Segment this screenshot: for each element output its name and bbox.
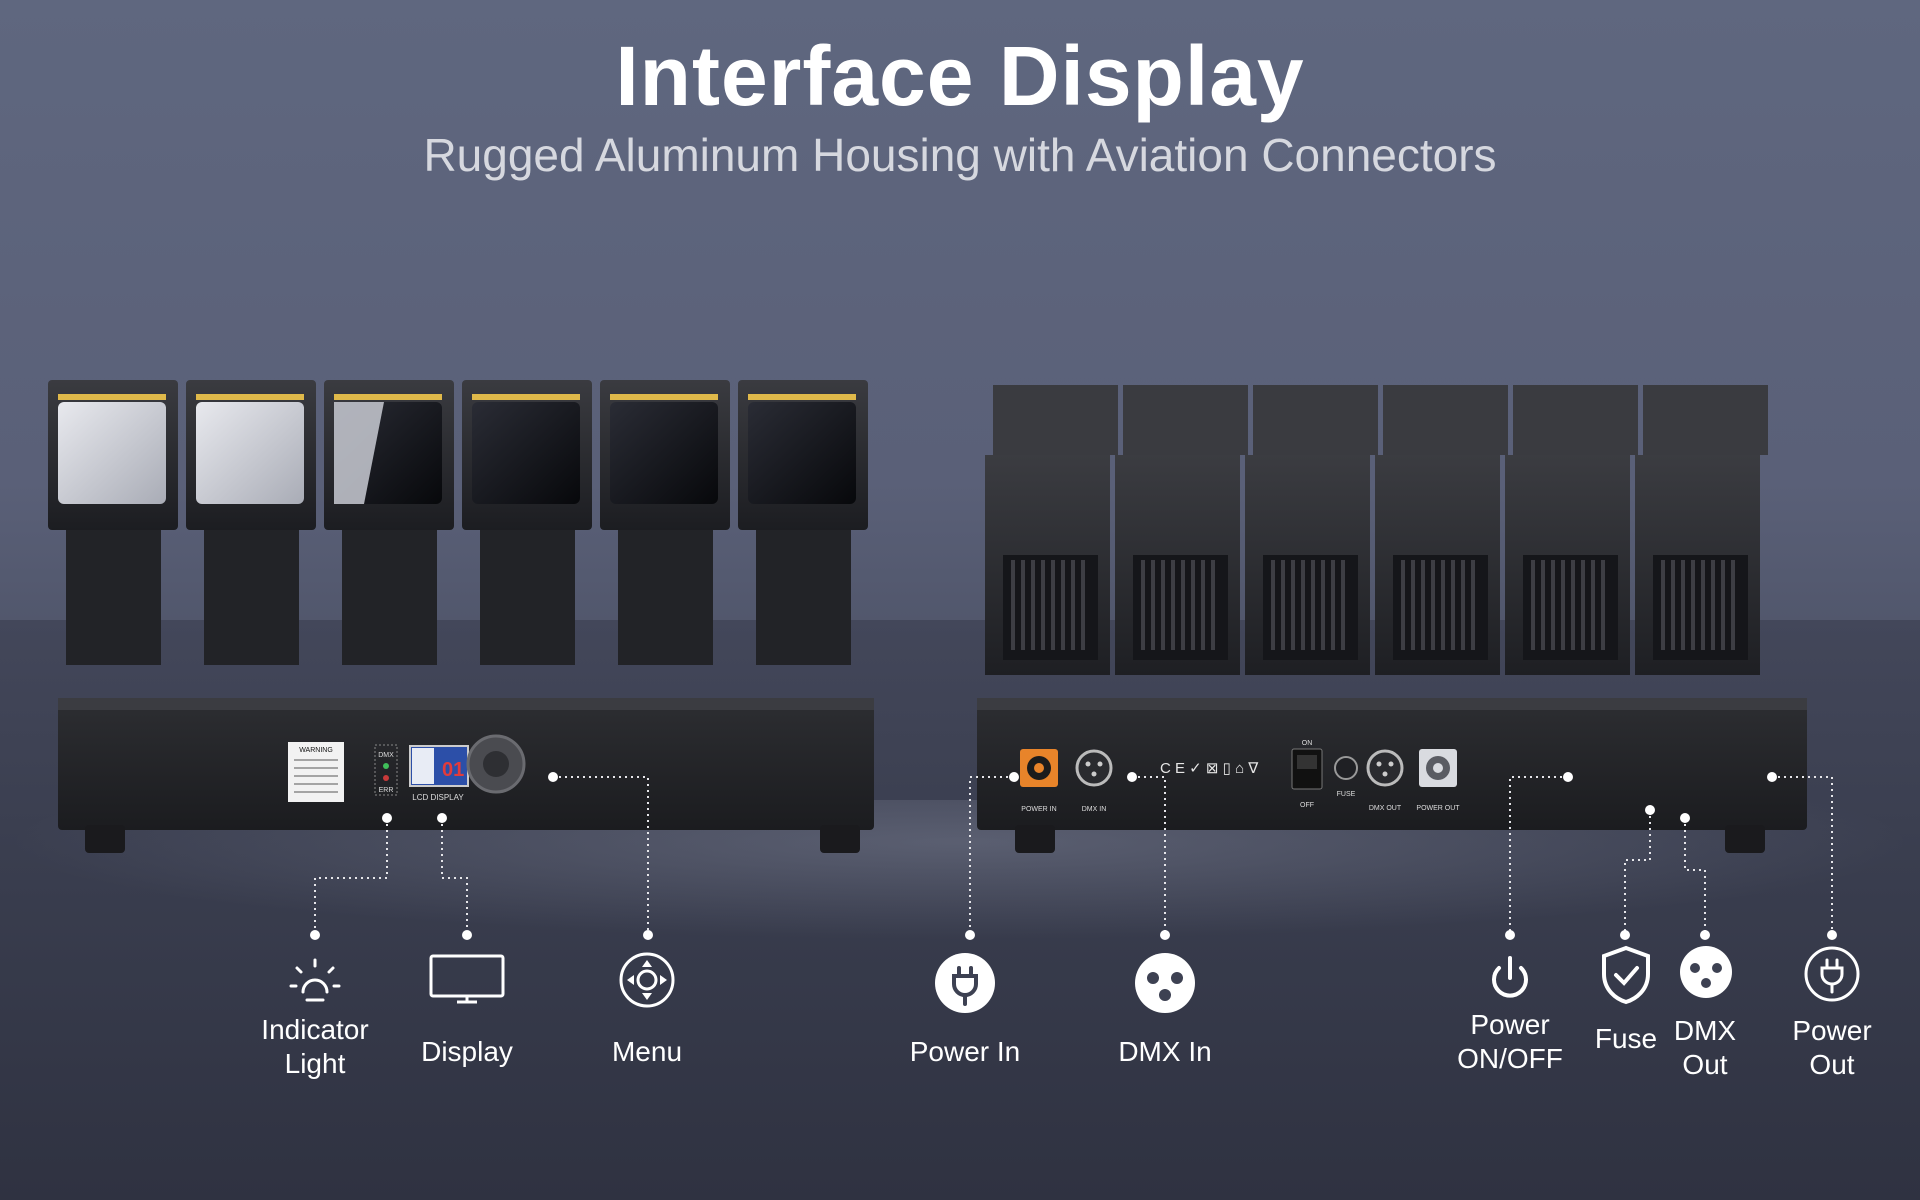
power-plug-outline-icon: [1804, 946, 1860, 1002]
fuse-label: Fuse: [1594, 1023, 1658, 1054]
menu-label: Menu: [611, 1036, 683, 1067]
monitor-icon: [429, 954, 505, 1004]
power-onoff-label-line1: Power: [1470, 1009, 1550, 1040]
light-bulb-icon: [289, 958, 341, 1002]
xlr-out-icon: [1680, 946, 1732, 998]
dmx-out-label: DMX Out: [1660, 1014, 1750, 1082]
power-button-icon: [1492, 956, 1528, 998]
power-out-label-line2: Out: [1809, 1049, 1855, 1080]
power-onoff-label: Power ON/OFF: [1440, 1008, 1580, 1076]
display-label: Display: [421, 1036, 513, 1067]
menu-dpad-icon: [619, 952, 675, 1008]
power-out-label-line1: Power: [1792, 1015, 1872, 1046]
indicator-light-label-line2: Light: [284, 1048, 346, 1079]
dmx-in-label: DMX In: [1118, 1036, 1212, 1067]
indicator-light-label-line1: Indicator: [261, 1014, 369, 1045]
power-in-label: Power In: [909, 1036, 1021, 1067]
indicator-light-label: Indicator Light: [250, 1013, 380, 1081]
shield-check-icon: [1602, 945, 1650, 1005]
xlr-connector-icon: [1135, 953, 1195, 1013]
dmx-out-label-line1: DMX: [1673, 1015, 1737, 1046]
power-onoff-label-line2: ON/OFF: [1457, 1043, 1563, 1074]
power-out-label: Power Out: [1782, 1014, 1882, 1082]
power-plug-icon: [935, 953, 995, 1013]
dmx-out-label-line2: Out: [1682, 1049, 1728, 1080]
